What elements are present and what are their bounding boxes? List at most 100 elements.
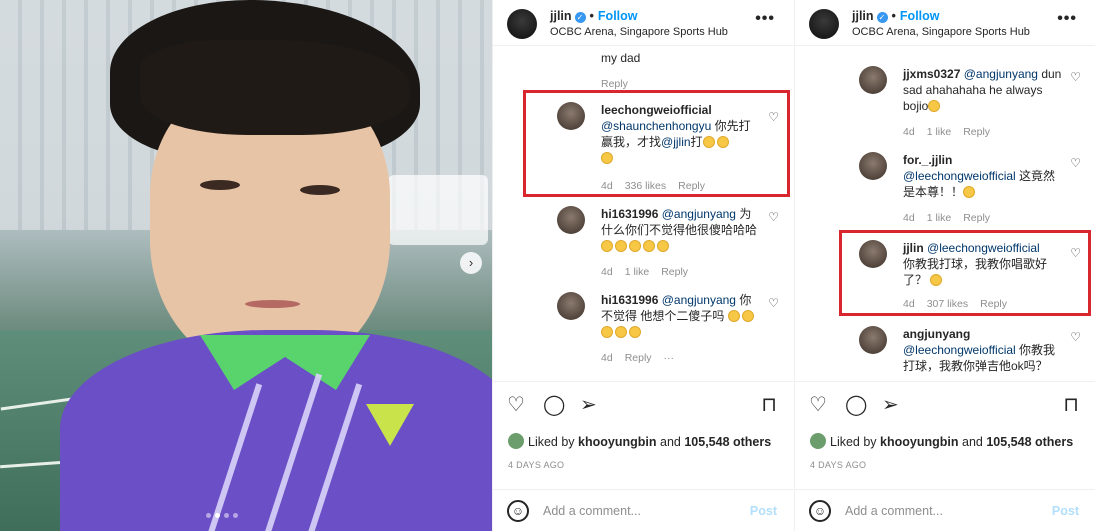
post-date: 4 DAYS AGO [810, 460, 867, 470]
emoji-icon [629, 326, 641, 338]
heart-icon[interactable]: ♡ [768, 210, 779, 224]
location-link[interactable]: OCBC Arena, Singapore Sports Hub [550, 26, 728, 38]
post-header: jjlin ✓ • Follow OCBC Arena, Singapore Spor… [795, 0, 1095, 46]
emoji-icon [601, 326, 613, 338]
emoji-icon [615, 326, 627, 338]
comment-input[interactable]: Add a comment... [543, 504, 641, 518]
likes-count[interactable]: 105,548 others [986, 435, 1073, 449]
emoji-icon [643, 240, 655, 252]
comment-username[interactable]: jjxms0327 [903, 67, 960, 81]
liker-username[interactable]: khooyungbin [880, 435, 958, 449]
add-comment-bar: ☺ Add a comment... Post [795, 489, 1095, 531]
mention-link[interactable]: @angjunyang [964, 67, 1038, 81]
share-icon[interactable]: ➢ [580, 395, 597, 415]
comment-username[interactable]: angjunyang [903, 327, 970, 341]
heart-icon[interactable]: ♡ [809, 395, 827, 415]
comment-text: for._.jjlin @leechongweiofficial 这竟然是本尊！！ [903, 153, 1056, 199]
comment-avatar[interactable] [557, 292, 585, 320]
heart-icon[interactable]: ♡ [1070, 330, 1081, 344]
heart-icon[interactable]: ♡ [1070, 156, 1081, 170]
comments-list: jjxms0327 @angjunyang dun sad ahahahaha … [795, 46, 1095, 381]
next-arrow-icon[interactable]: › [460, 252, 482, 274]
comment-username[interactable]: hi1631996 [601, 207, 658, 221]
mention-link[interactable]: @angjunyang [662, 207, 736, 221]
emoji-icon [629, 240, 641, 252]
comment-text: jjxms0327 @angjunyang dun sad ahahahaha … [903, 67, 1062, 113]
comment-username[interactable]: for._.jjlin [903, 153, 952, 167]
more-options-icon[interactable]: ··· [664, 352, 675, 364]
comment-input[interactable]: Add a comment... [845, 504, 943, 518]
emoji-picker-icon[interactable]: ☺ [507, 500, 529, 522]
follow-button[interactable]: Follow [598, 9, 638, 23]
emoji-picker-icon[interactable]: ☺ [809, 500, 831, 522]
comment-avatar[interactable] [557, 206, 585, 234]
comment-icon[interactable]: ◯ [845, 395, 867, 415]
comment-text: angjunyang @leechongweiofficial 你教我打球，我教你… [903, 327, 1056, 373]
verified-icon: ✓ [876, 12, 888, 23]
comment-avatar[interactable] [859, 326, 887, 354]
emoji-icon [601, 240, 613, 252]
likes-summary[interactable]: Liked by khooyungbin and 105,548 others [810, 433, 1073, 449]
follow-button[interactable]: Follow [900, 9, 940, 23]
carousel-dots [206, 513, 238, 518]
likes-count[interactable]: 105,548 others [684, 435, 771, 449]
comment-age: 4d [903, 212, 915, 224]
action-bar: ♡ ◯ ➢ ⊓ Liked by khooyungbin and 105,548… [493, 381, 793, 531]
heart-icon[interactable]: ♡ [507, 395, 525, 415]
mention-link[interactable]: @angjunyang [662, 293, 736, 307]
avatar[interactable] [809, 9, 839, 39]
post-panel-right: jjlin ✓ • Follow OCBC Arena, Singapore Spor… [794, 0, 1095, 531]
comment-text: hi1631996 @angjunyang 你不觉得 他想个二傻子吗 [601, 292, 761, 340]
emoji-icon [741, 310, 754, 322]
bookmark-icon[interactable]: ⊓ [1063, 395, 1079, 415]
location-link[interactable]: OCBC Arena, Singapore Sports Hub [852, 26, 1030, 38]
emoji-icon [928, 100, 941, 112]
likes-summary[interactable]: Liked by khooyungbin and 105,548 others [508, 433, 771, 449]
post-button[interactable]: Post [750, 504, 777, 518]
reply-button[interactable]: Reply [963, 212, 990, 224]
action-bar: ♡ ◯ ➢ ⊓ Liked by khooyungbin and 105,548… [795, 381, 1095, 531]
reply-button[interactable]: Reply [601, 78, 628, 90]
more-options-icon[interactable]: ••• [755, 10, 775, 28]
emoji-icon [657, 240, 669, 252]
emoji-icon [963, 186, 976, 198]
comment-text: my dad [601, 51, 641, 65]
username[interactable]: jjlin [550, 9, 572, 23]
reply-button[interactable]: Reply [625, 352, 652, 364]
post-header: jjlin ✓ • Follow OCBC Arena, Singapore Spor… [493, 0, 793, 46]
post-photo: › [0, 0, 492, 531]
verified-icon: ✓ [574, 12, 586, 23]
highlight-box [523, 90, 790, 197]
highlight-box [839, 230, 1091, 316]
heart-icon[interactable]: ♡ [1070, 70, 1081, 84]
reply-button[interactable]: Reply [661, 266, 688, 278]
bookmark-icon[interactable]: ⊓ [761, 395, 777, 415]
comment-avatar[interactable] [859, 66, 887, 94]
share-icon[interactable]: ➢ [882, 395, 899, 415]
liker-username[interactable]: khooyungbin [578, 435, 656, 449]
liker-avatar [810, 433, 826, 449]
username[interactable]: jjlin [852, 9, 874, 23]
comment-avatar[interactable] [859, 152, 887, 180]
post-button[interactable]: Post [1052, 504, 1079, 518]
heart-icon[interactable]: ♡ [768, 296, 779, 310]
liker-avatar [508, 433, 524, 449]
mention-link[interactable]: @leechongweiofficial [903, 343, 1016, 357]
post-panel-left: jjlin ✓ • Follow OCBC Arena, Singapore Spor… [492, 0, 793, 531]
add-comment-bar: ☺ Add a comment... Post [493, 489, 793, 531]
mention-link[interactable]: @leechongweiofficial [903, 169, 1016, 183]
reply-button[interactable]: Reply [963, 126, 990, 138]
comment-likes[interactable]: 1 like [927, 126, 952, 138]
comment-likes[interactable]: 1 like [625, 266, 650, 278]
emoji-icon [727, 310, 740, 322]
avatar[interactable] [507, 9, 537, 39]
comment-age: 4d [601, 352, 613, 364]
comment-likes[interactable]: 1 like [927, 212, 952, 224]
comment-username[interactable]: hi1631996 [601, 293, 658, 307]
comment-icon[interactable]: ◯ [543, 395, 565, 415]
comment-text: hi1631996 @angjunyang 为什么你们不觉得他很傻哈哈哈 [601, 206, 761, 254]
post-date: 4 DAYS AGO [508, 460, 565, 470]
person-fringe [140, 40, 410, 135]
more-options-icon[interactable]: ••• [1057, 10, 1077, 28]
left-eye [200, 180, 240, 190]
